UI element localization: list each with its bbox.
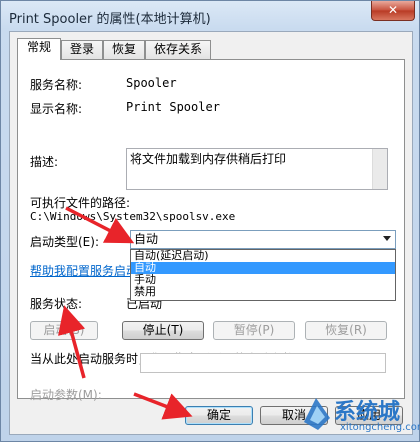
start-params-label: 启动参数(M): — [30, 388, 102, 402]
option-manual[interactable]: 手动 — [131, 274, 395, 286]
description-value: 将文件加载到内存供稍后打印 — [130, 152, 287, 166]
properties-window: Print Spooler 的属性(本地计算机) ✕ 常规 登录 恢复 依存关系… — [0, 0, 420, 442]
close-button[interactable]: ✕ — [371, 1, 415, 21]
description-textbox[interactable]: 将文件加载到内存供稍后打印 — [126, 148, 388, 190]
start-button[interactable]: 启动(S) — [30, 321, 98, 340]
dialog-client-area: 常规 登录 恢复 依存关系 服务名称: Spooler 显示名称: Print … — [9, 31, 413, 435]
watermark-logo: 系统城 xitongcheng.com — [300, 392, 420, 440]
window-title: Print Spooler 的属性(本地计算机) — [9, 12, 211, 27]
display-name-value: Print Spooler — [126, 100, 220, 114]
tab-recovery[interactable]: 恢复 — [103, 40, 145, 59]
stop-button[interactable]: 停止(T) — [122, 321, 204, 340]
title-bar[interactable]: Print Spooler 的属性(本地计算机) ✕ — [1, 1, 420, 31]
option-auto[interactable]: 自动 — [131, 262, 395, 274]
service-name-label: 服务名称: — [30, 78, 83, 92]
tab-dependencies[interactable]: 依存关系 — [145, 40, 211, 59]
startup-type-select[interactable]: 自动 — [130, 230, 396, 249]
start-params-input[interactable] — [140, 353, 386, 373]
executable-path-value: C:\Windows\System32\spoolsv.exe — [30, 210, 236, 223]
watermark-sub-text: xitongcheng.com — [340, 422, 420, 433]
ok-button[interactable]: 确定 — [185, 406, 253, 425]
tab-logon[interactable]: 登录 — [61, 40, 103, 59]
general-tab-panel: 服务名称: Spooler 显示名称: Print Spooler 描述: 将文… — [17, 59, 405, 402]
startup-type-dropdown-list: 自动(延迟启动) 自动 手动 禁用 — [130, 249, 396, 301]
service-name-value: Spooler — [126, 76, 177, 90]
chevron-down-icon[interactable] — [383, 236, 391, 241]
startup-type-label: 启动类型(E): — [30, 235, 99, 249]
executable-path-label: 可执行文件的路径: — [30, 196, 131, 210]
option-disabled[interactable]: 禁用 — [131, 286, 395, 298]
resume-button[interactable]: 恢复(R) — [305, 321, 387, 340]
display-name-label: 显示名称: — [30, 102, 83, 116]
startup-type-value: 自动 — [134, 232, 159, 246]
option-auto-delayed[interactable]: 自动(延迟启动) — [131, 250, 395, 262]
description-scrollbar[interactable] — [372, 149, 387, 189]
watermark-logo-icon — [304, 398, 330, 430]
tab-general[interactable]: 常规 — [17, 38, 61, 60]
service-status-label: 服务状态: — [30, 297, 83, 311]
help-configure-link[interactable]: 帮助我配置服务启动 — [30, 262, 138, 279]
description-label: 描述: — [30, 155, 59, 169]
pause-button[interactable]: 暂停(P) — [213, 321, 295, 340]
